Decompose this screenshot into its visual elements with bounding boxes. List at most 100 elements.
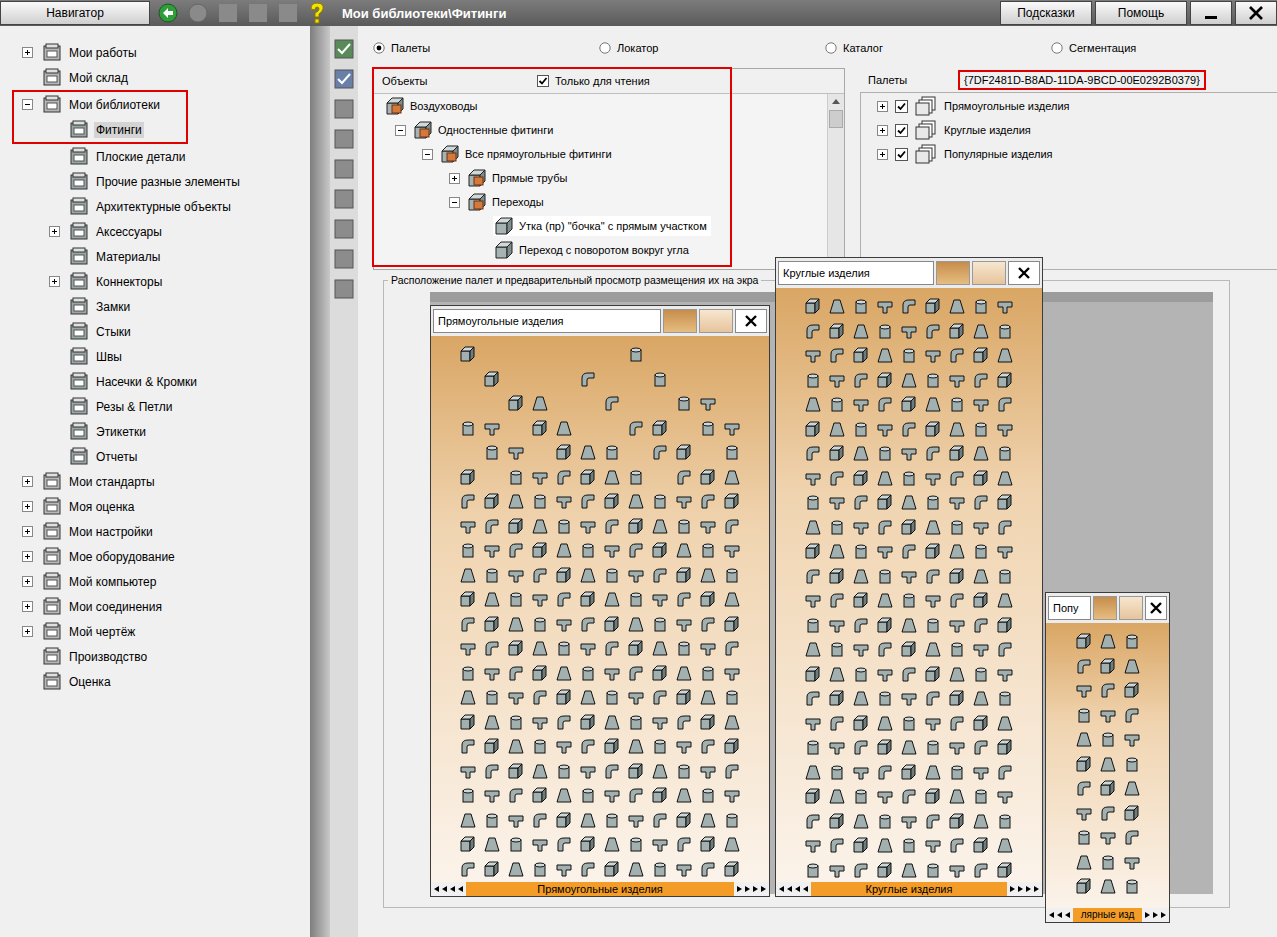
palette-cell[interactable] bbox=[576, 685, 600, 710]
palette-cell[interactable] bbox=[897, 833, 921, 858]
fitting-icon[interactable] bbox=[531, 786, 549, 804]
nav-item[interactable]: Мой компьютер bbox=[0, 569, 310, 594]
palette-cell[interactable] bbox=[672, 783, 696, 808]
palette-cell[interactable] bbox=[480, 342, 504, 367]
palette-cell[interactable] bbox=[552, 661, 576, 686]
palette-cell[interactable] bbox=[696, 685, 720, 710]
palette-cell[interactable] bbox=[480, 538, 504, 563]
fitting-icon[interactable] bbox=[603, 443, 621, 461]
palette-cell[interactable] bbox=[720, 759, 744, 784]
fitting-icon[interactable] bbox=[900, 591, 918, 609]
palette-cell[interactable] bbox=[672, 440, 696, 465]
palette-cell[interactable] bbox=[993, 466, 1017, 491]
palette-cell[interactable] bbox=[648, 857, 672, 882]
palette-cell[interactable] bbox=[921, 564, 945, 589]
fitting-icon[interactable] bbox=[804, 836, 822, 854]
palette-cell[interactable] bbox=[873, 784, 897, 809]
palette-cell[interactable] bbox=[576, 710, 600, 735]
palette-cell[interactable] bbox=[624, 734, 648, 759]
fitting-icon[interactable] bbox=[828, 371, 846, 389]
palette-cell[interactable] bbox=[528, 808, 552, 833]
fitting-icon[interactable] bbox=[579, 786, 597, 804]
fitting-icon[interactable] bbox=[828, 689, 846, 707]
fitting-icon[interactable] bbox=[675, 688, 693, 706]
palette-cell[interactable] bbox=[480, 391, 504, 416]
palette-cell[interactable] bbox=[552, 367, 576, 392]
fitting-icon[interactable] bbox=[828, 787, 846, 805]
palette-cell[interactable] bbox=[624, 710, 648, 735]
fitting-icon[interactable] bbox=[699, 762, 717, 780]
fitting-icon[interactable] bbox=[459, 566, 477, 584]
palette-cell[interactable] bbox=[528, 734, 552, 759]
palette-cell[interactable] bbox=[480, 759, 504, 784]
fitting-icon[interactable] bbox=[828, 640, 846, 658]
fitting-icon[interactable] bbox=[828, 763, 846, 781]
palette-cell[interactable] bbox=[672, 857, 696, 882]
fitting-icon[interactable] bbox=[876, 493, 894, 511]
fitting-icon[interactable] bbox=[699, 639, 717, 657]
palette-cell[interactable] bbox=[921, 515, 945, 540]
fitting-icon[interactable] bbox=[948, 493, 966, 511]
fitting-icon[interactable] bbox=[924, 346, 942, 364]
fitting-icon[interactable] bbox=[996, 493, 1014, 511]
palette-cell[interactable] bbox=[648, 489, 672, 514]
fitting-icon[interactable] bbox=[804, 665, 822, 683]
palette-cell[interactable] bbox=[825, 613, 849, 638]
nav-item[interactable]: Коннекторы bbox=[0, 269, 310, 294]
palette-cell[interactable] bbox=[696, 759, 720, 784]
fitting-icon[interactable] bbox=[579, 443, 597, 461]
fitting-icon[interactable] bbox=[627, 664, 645, 682]
palette-cell[interactable] bbox=[576, 440, 600, 465]
palette-cell[interactable] bbox=[504, 367, 528, 392]
fitting-icon[interactable] bbox=[804, 420, 822, 438]
fitting-icon[interactable] bbox=[876, 812, 894, 830]
expander-icon[interactable] bbox=[22, 551, 33, 562]
fitting-icon[interactable] bbox=[507, 443, 525, 461]
fitting-icon[interactable] bbox=[723, 541, 741, 559]
palette-cell[interactable] bbox=[552, 685, 576, 710]
palette-cell[interactable] bbox=[528, 563, 552, 588]
palette-cell[interactable] bbox=[528, 440, 552, 465]
palette-cell[interactable] bbox=[1096, 629, 1120, 654]
fitting-icon[interactable] bbox=[507, 639, 525, 657]
palette-cell[interactable] bbox=[480, 710, 504, 735]
palette-cell[interactable] bbox=[648, 734, 672, 759]
fitting-icon[interactable] bbox=[531, 541, 549, 559]
fitting-icon[interactable] bbox=[804, 591, 822, 609]
palette-cell[interactable] bbox=[1096, 678, 1120, 703]
fitting-icon[interactable] bbox=[603, 468, 621, 486]
nav-arrow-icon[interactable] bbox=[1033, 885, 1040, 893]
fitting-icon[interactable] bbox=[627, 688, 645, 706]
fitting-icon[interactable] bbox=[996, 763, 1014, 781]
fitting-icon[interactable] bbox=[852, 297, 870, 315]
palette-cell[interactable] bbox=[825, 784, 849, 809]
palette-cell[interactable] bbox=[720, 808, 744, 833]
palette-cell[interactable] bbox=[720, 391, 744, 416]
palette-cell[interactable] bbox=[456, 808, 480, 833]
palette-cell[interactable] bbox=[849, 490, 873, 515]
palette-cell[interactable] bbox=[1072, 752, 1096, 777]
palette-cell[interactable] bbox=[528, 685, 552, 710]
fitting-icon[interactable] bbox=[603, 394, 621, 412]
fitting-icon[interactable] bbox=[699, 664, 717, 682]
palette-cell[interactable] bbox=[648, 783, 672, 808]
palette-window-title[interactable]: Прямоугольные изделия bbox=[433, 309, 661, 333]
fitting-icon[interactable] bbox=[996, 689, 1014, 707]
palette-cell[interactable] bbox=[1072, 850, 1096, 875]
palette-cell[interactable] bbox=[504, 808, 528, 833]
fitting-icon[interactable] bbox=[651, 811, 669, 829]
palette-cell[interactable] bbox=[921, 613, 945, 638]
palette-cell[interactable] bbox=[648, 685, 672, 710]
palette-cell[interactable] bbox=[672, 587, 696, 612]
nav-item[interactable]: Аксессуары bbox=[0, 219, 310, 244]
fitting-icon[interactable] bbox=[852, 567, 870, 585]
fitting-icon[interactable] bbox=[900, 346, 918, 364]
palette-cell[interactable] bbox=[552, 832, 576, 857]
fitting-icon[interactable] bbox=[900, 469, 918, 487]
fitting-icon[interactable] bbox=[603, 566, 621, 584]
palette-cell[interactable] bbox=[648, 465, 672, 490]
fitting-icon[interactable] bbox=[627, 468, 645, 486]
fitting-icon[interactable] bbox=[876, 420, 894, 438]
fitting-icon[interactable] bbox=[876, 567, 894, 585]
fitting-icon[interactable] bbox=[900, 444, 918, 462]
